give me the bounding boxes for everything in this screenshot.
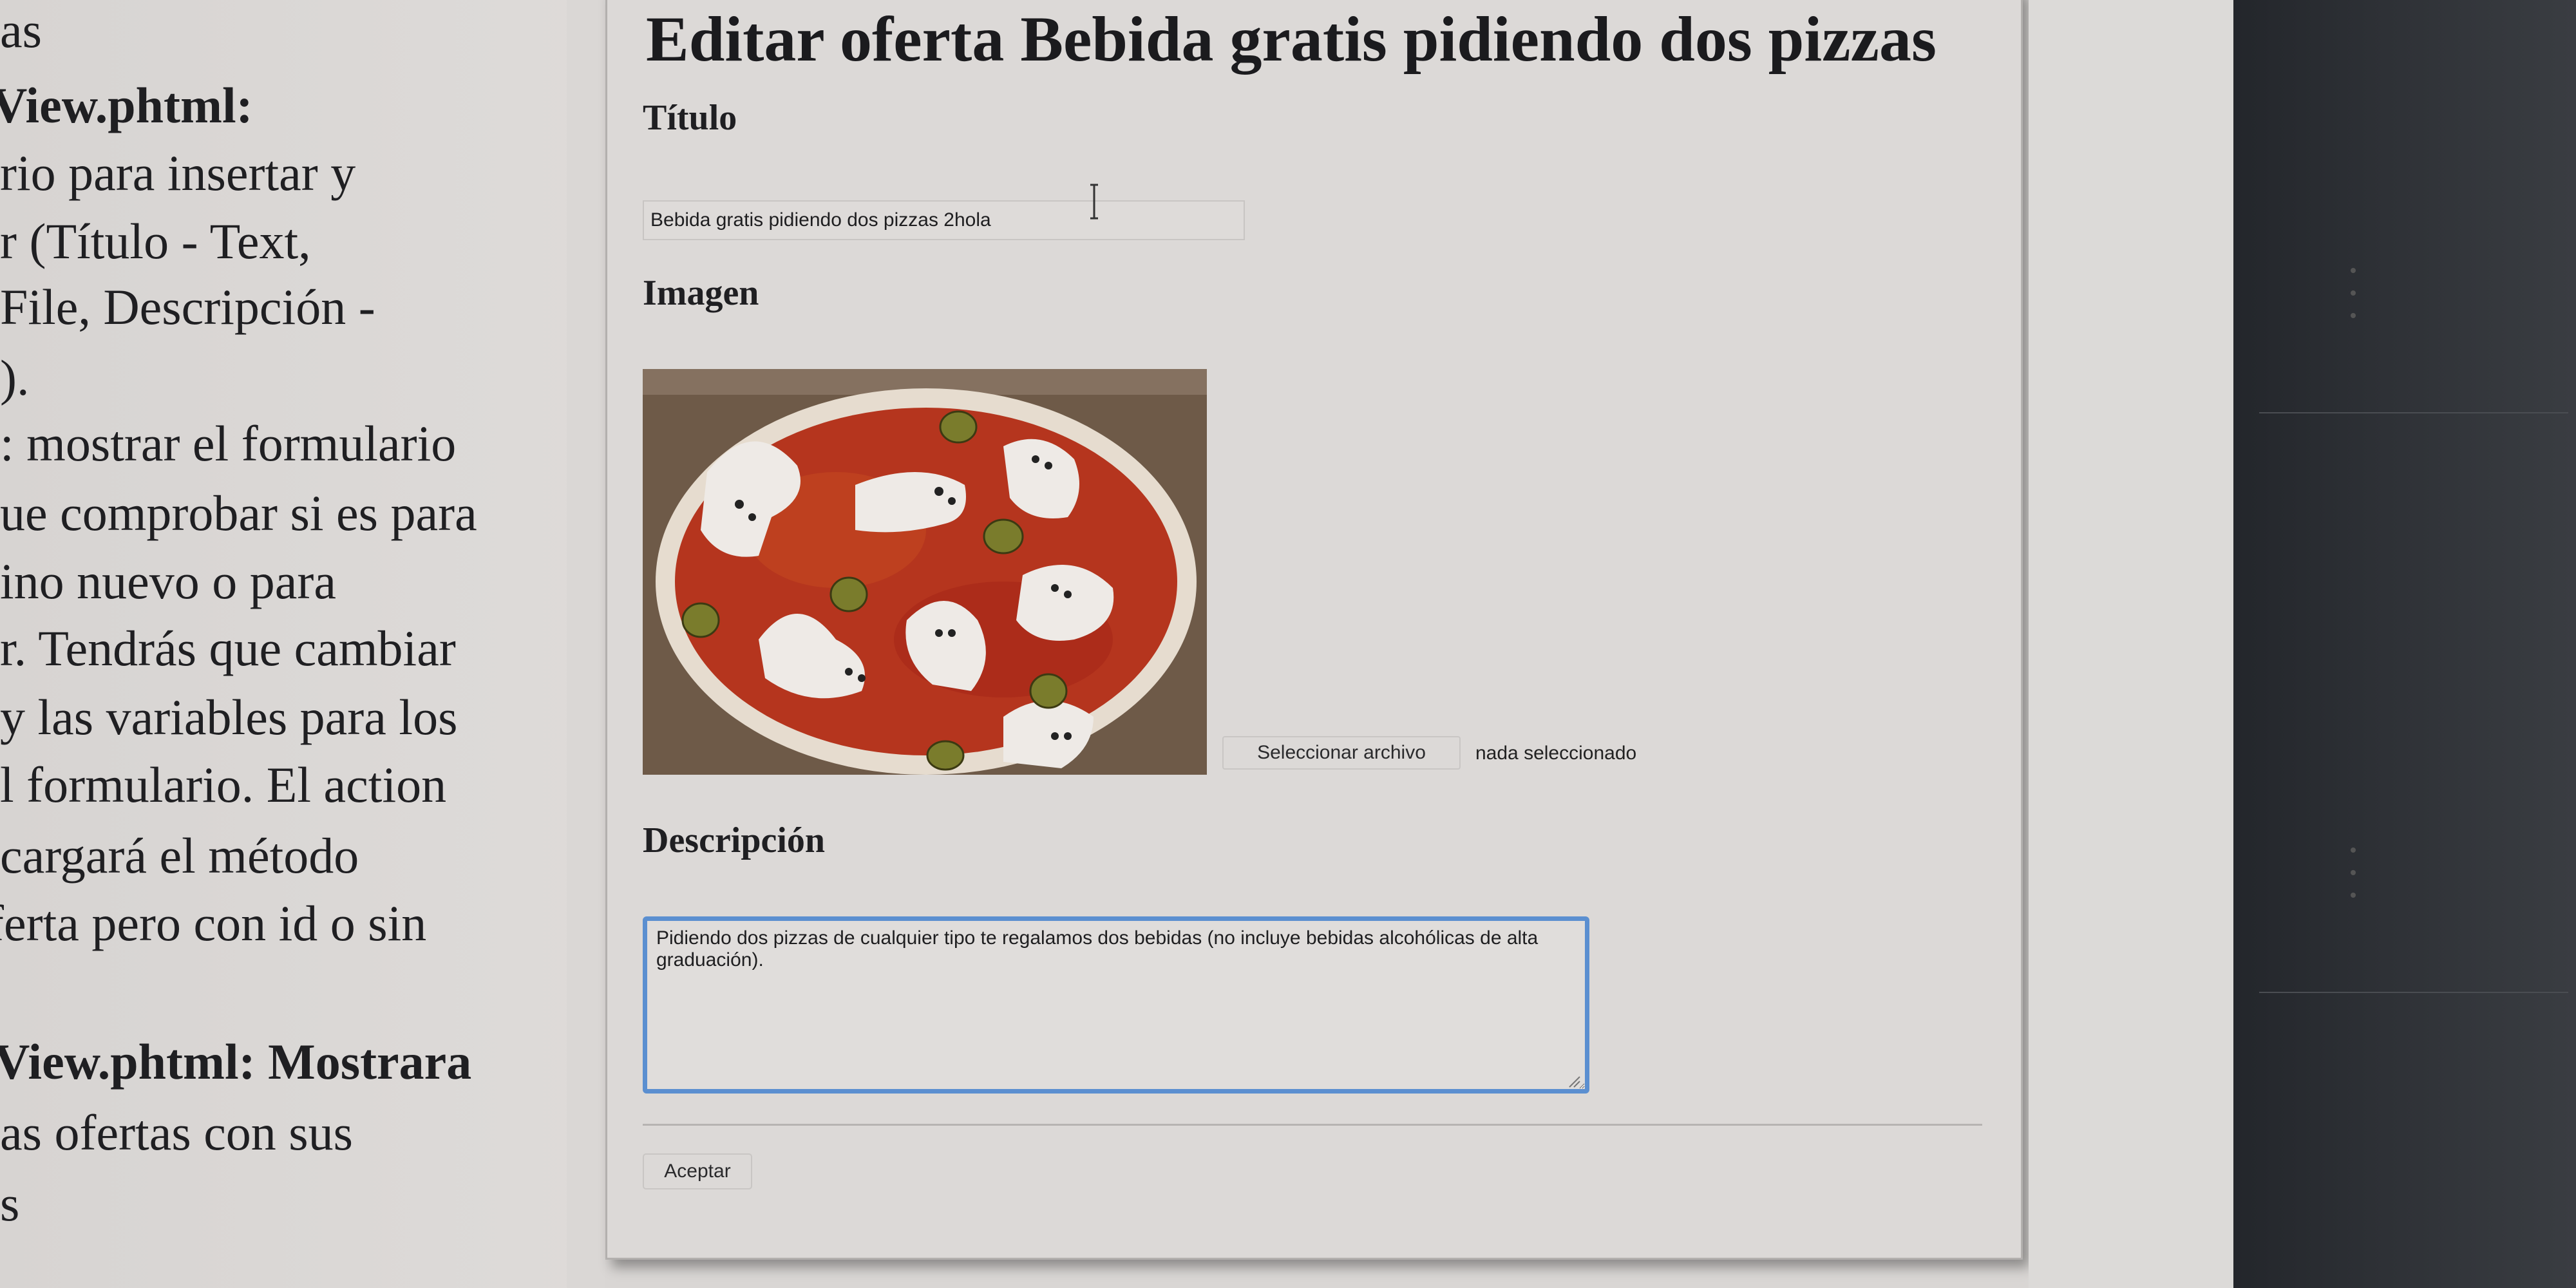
doc-line: View.phtml: <box>0 77 253 133</box>
imagen-label: Imagen <box>643 273 759 313</box>
doc-line: rio para insertar y <box>0 145 356 201</box>
drag-handle-icon[interactable] <box>2349 844 2357 902</box>
descripcion-label: Descripción <box>643 820 826 860</box>
doc-line: ). <box>0 350 30 406</box>
panel-divider <box>2259 412 2568 413</box>
accept-button[interactable]: Aceptar <box>643 1153 752 1189</box>
resize-grip-icon[interactable] <box>1567 1074 1581 1088</box>
doc-line: ferta pero con id o sin <box>0 895 427 951</box>
file-status-text: nada seleccionado <box>1475 743 1637 764</box>
form-divider <box>643 1124 1982 1126</box>
doc-line: ino nuevo o para <box>0 553 337 609</box>
doc-line: as <box>0 2 42 58</box>
edit-offer-window: Editar oferta Bebida gratis pidiendo dos… <box>605 0 2023 1260</box>
doc-line: as ofertas con sus <box>0 1104 354 1160</box>
doc-line: cargará el método <box>0 828 359 884</box>
doc-line: l formulario. El action <box>0 757 447 813</box>
page-title: Editar oferta Bebida gratis pidiendo dos… <box>646 3 1937 75</box>
document-text-column: as View.phtml: rio para insertar y r (Tí… <box>0 0 605 1288</box>
doc-line: ue comprobar si es para <box>0 485 477 541</box>
doc-line: File, Descripción - <box>0 279 375 335</box>
drag-handle-icon[interactable] <box>2349 264 2357 322</box>
background-area <box>2029 0 2235 1288</box>
offer-image <box>643 369 1207 775</box>
doc-line: y las variables para los <box>0 689 458 745</box>
doc-line: s <box>0 1175 20 1231</box>
pizza-image <box>643 369 1207 775</box>
doc-line: r (Título - Text, <box>0 213 311 269</box>
titulo-input[interactable] <box>643 200 1245 240</box>
doc-line: r. Tendrás que cambiar <box>0 620 456 676</box>
panel-divider <box>2259 992 2568 993</box>
doc-line: : mostrar el formulario <box>0 415 457 471</box>
text-cursor-icon <box>1090 184 1098 220</box>
select-file-button[interactable]: Seleccionar archivo <box>1222 736 1461 770</box>
titulo-label: Título <box>643 98 737 138</box>
descripcion-textarea[interactable]: Pidiendo dos pizzas de cualquier tipo te… <box>643 916 1589 1094</box>
document-gap <box>567 0 605 1288</box>
doc-line: View.phtml: Mostrara <box>0 1034 472 1090</box>
dark-side-panel <box>2233 0 2576 1288</box>
